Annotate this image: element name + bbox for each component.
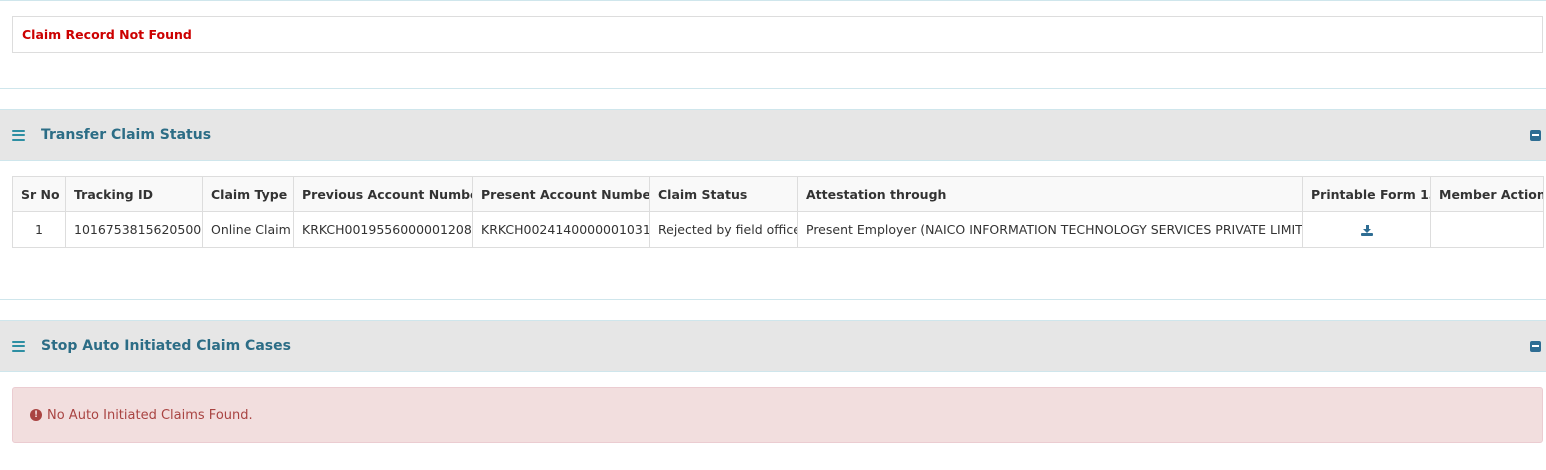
section-divider xyxy=(0,299,1546,300)
table-header-row: Sr No Tracking ID Claim Type Previous Ac… xyxy=(12,176,1544,212)
column-header: Attestation through xyxy=(797,176,1303,212)
attestation-cell: Present Employer (NAICO INFORMATION TECH… xyxy=(797,211,1303,248)
previous-account-cell: KRKCH00195560000012080 xyxy=(293,211,473,248)
column-header: Member Action xyxy=(1430,176,1544,212)
menu-bars-icon xyxy=(12,129,25,141)
column-header: Sr No xyxy=(12,176,66,212)
transfer-claim-table: Sr No Tracking ID Claim Type Previous Ac… xyxy=(12,176,1544,248)
claim-status-cell: Rejected by field office xyxy=(649,211,798,248)
alert-text: No Auto Initiated Claims Found. xyxy=(47,407,253,423)
auto-claim-panel-header: Stop Auto Initiated Claim Cases xyxy=(0,320,1546,372)
section-divider xyxy=(0,88,1546,89)
download-icon[interactable] xyxy=(1360,225,1373,236)
no-claims-alert: ! No Auto Initiated Claims Found. xyxy=(12,387,1543,443)
column-header: Printable Form 13 xyxy=(1302,176,1431,212)
column-header: Tracking ID xyxy=(65,176,203,212)
column-header: Claim Type xyxy=(202,176,294,212)
claim-notice-text: Claim Record Not Found xyxy=(22,27,192,42)
tracking-id-cell: 10167538156205001 xyxy=(65,211,203,248)
table-row: 1 10167538156205001 Online Claim KRKCH00… xyxy=(12,211,1544,248)
column-header: Claim Status xyxy=(649,176,798,212)
collapse-minus-icon[interactable] xyxy=(1530,340,1541,352)
top-divider xyxy=(0,0,1546,1)
member-action-cell xyxy=(1430,211,1544,248)
claim-notice-box: Claim Record Not Found xyxy=(12,16,1543,53)
panel-title: Transfer Claim Status xyxy=(41,127,212,143)
claim-type-cell: Online Claim xyxy=(202,211,294,248)
column-header: Present Account Number xyxy=(472,176,650,212)
collapse-minus-icon[interactable] xyxy=(1530,129,1541,141)
transfer-claim-panel-header: Transfer Claim Status xyxy=(0,109,1546,161)
printable-form-cell xyxy=(1302,211,1431,248)
sr-no-cell: 1 xyxy=(12,211,66,248)
present-account-cell: KRKCH00241400000010311 xyxy=(472,211,650,248)
panel-title: Stop Auto Initiated Claim Cases xyxy=(41,338,291,354)
exclamation-circle-icon: ! xyxy=(30,409,42,421)
column-header: Previous Account Number xyxy=(293,176,473,212)
menu-bars-icon xyxy=(12,340,25,352)
